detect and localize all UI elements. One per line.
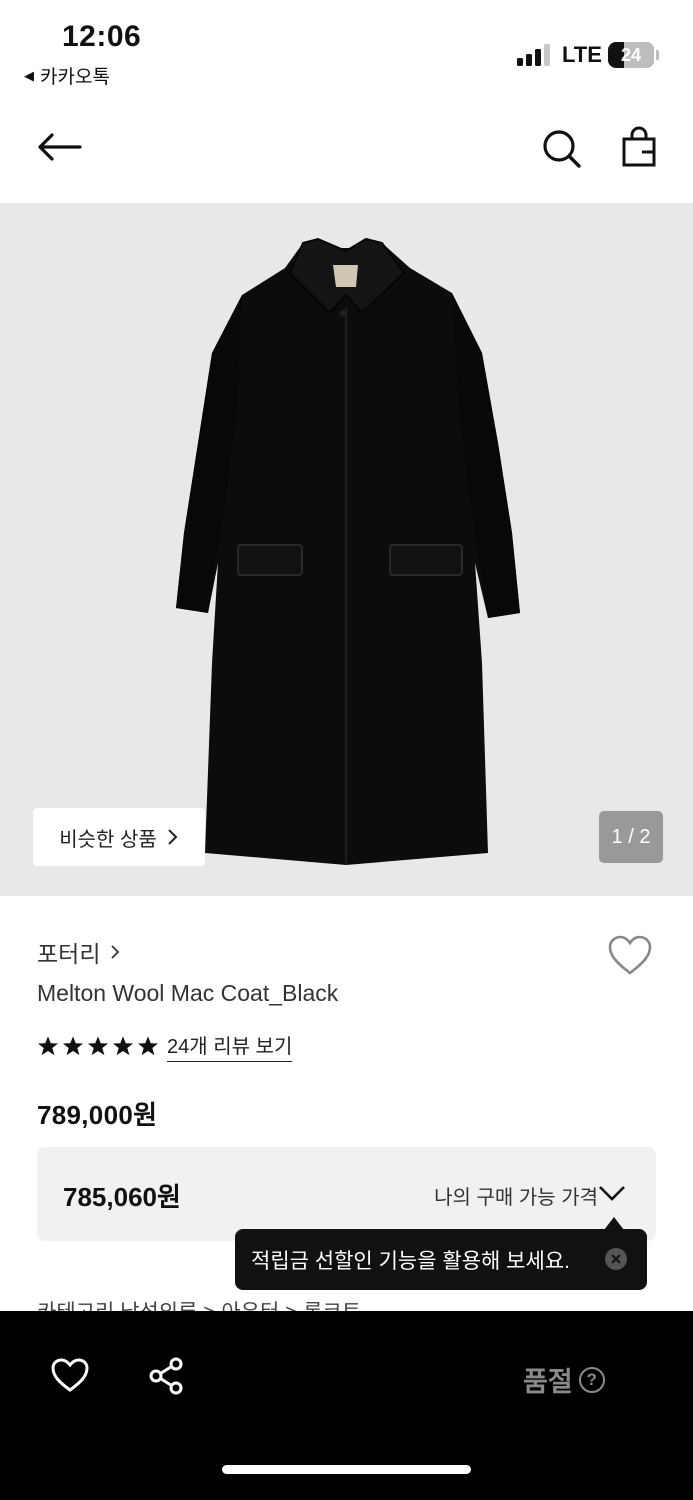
top-nav (0, 110, 693, 190)
bottom-action-bar: 품절 ? (0, 1311, 693, 1500)
wishlist-heart-icon[interactable] (607, 934, 653, 976)
my-price-value: 785,060원 (63, 1182, 181, 1212)
image-pager: 1 / 2 (599, 811, 663, 863)
product-price: 789,000원 (37, 1100, 158, 1130)
home-indicator (222, 1465, 471, 1474)
my-price-label: 나의 구매 가능 가격 (434, 1187, 598, 1209)
sold-out-label: 품절 (523, 1367, 573, 1397)
chevron-down-icon[interactable] (598, 1185, 626, 1201)
back-to-app[interactable]: ◀ 카카오톡 (24, 62, 110, 89)
clock: 12:06 (62, 20, 142, 53)
tooltip-text: 적립금 선할인 기능을 활용해 보세요. (251, 1249, 570, 1273)
star-icon (62, 1036, 84, 1056)
battery-tip (656, 50, 659, 60)
shopping-bag-icon[interactable] (620, 126, 658, 168)
product-image[interactable]: 비슷한 상품 1 / 2 (0, 203, 693, 896)
back-app-label: 카카오톡 (40, 67, 110, 88)
rating-row: 24개 리뷰 보기 (37, 1030, 293, 1062)
review-link[interactable]: 24개 리뷰 보기 (167, 1030, 293, 1062)
signal-icon (517, 44, 550, 66)
chevron-right-icon (111, 945, 120, 959)
star-icon (87, 1036, 109, 1056)
arrow-left-icon[interactable] (36, 132, 82, 162)
network-type: LTE (562, 42, 602, 67)
search-icon[interactable] (541, 128, 583, 170)
product-name: Melton Wool Mac Coat_Black (37, 980, 339, 1006)
sold-out-status: 품절 ? (523, 1360, 605, 1399)
heart-icon[interactable] (50, 1357, 90, 1393)
similar-products-button[interactable]: 비슷한 상품 (33, 808, 205, 866)
star-rating (37, 1035, 159, 1057)
points-tooltip: 적립금 선할인 기능을 활용해 보세요. (235, 1229, 647, 1290)
battery-icon: 24 (608, 42, 654, 68)
star-icon (112, 1036, 134, 1056)
close-icon[interactable] (605, 1248, 627, 1270)
star-icon (37, 1036, 59, 1056)
coat-image (176, 237, 520, 865)
battery-level: 24 (620, 44, 642, 65)
my-price-box[interactable]: 785,060원 나의 구매 가능 가격 (37, 1147, 656, 1241)
share-icon[interactable] (148, 1357, 184, 1395)
chevron-right-icon (168, 829, 178, 845)
back-triangle-icon: ◀ (24, 67, 34, 83)
help-icon[interactable]: ? (578, 1366, 605, 1393)
brand-link[interactable]: 포터리 (37, 935, 120, 969)
status-bar: 12:06 ◀ 카카오톡 LTE 24 (0, 0, 693, 100)
similar-products-label: 비슷한 상품 (59, 828, 157, 851)
brand-name: 포터리 (37, 941, 101, 967)
star-icon (137, 1036, 159, 1056)
